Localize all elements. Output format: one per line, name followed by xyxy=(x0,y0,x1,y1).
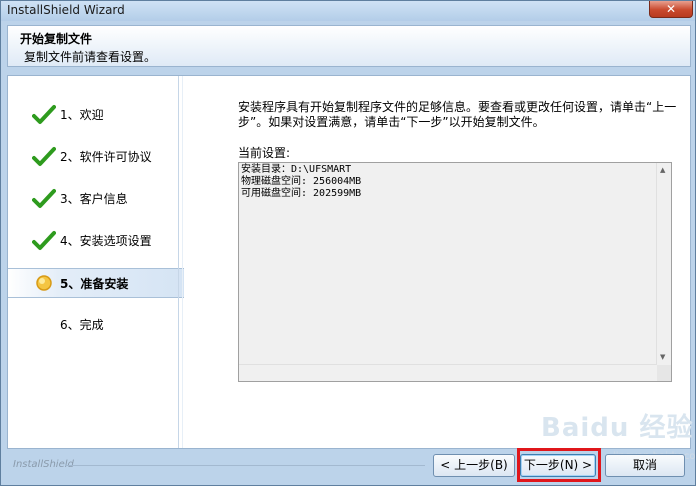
horizontal-scrollbar[interactable] xyxy=(239,364,657,381)
content-panel: 1、欢迎 2、软件许可协议 3、客户信息 4、安装选项设置 5、准备安装 6、完… xyxy=(7,75,691,449)
sidebar-divider xyxy=(178,76,179,448)
scroll-down-icon[interactable]: ▼ xyxy=(660,353,665,361)
step-finish: 6、完成 xyxy=(8,312,178,338)
check-icon xyxy=(32,189,56,208)
description-text: 安装程序具有开始复制程序文件的足够信息。要查看或更改任何设置，请单击“上一步”。… xyxy=(238,100,677,129)
settings-line: 可用磁盘空间: 202599MB xyxy=(241,188,362,199)
step-label: 1、欢迎 xyxy=(60,108,104,122)
check-icon xyxy=(32,105,56,124)
watermark-logo: Baidu 经验 xyxy=(541,413,694,443)
settings-line: 物理磁盘空间: 256004MB xyxy=(241,176,362,187)
cancel-button[interactable]: 取消 xyxy=(605,454,685,477)
highlight-box xyxy=(517,448,601,482)
step-customer-info: 3、客户信息 xyxy=(8,186,178,212)
step-install-options: 4、安装选项设置 xyxy=(8,228,178,254)
settings-line: 安装目录：D:\UFSMART xyxy=(241,164,352,175)
wizard-header: 开始复制文件 复制文件前请查看设置。 xyxy=(7,25,691,67)
close-button[interactable]: ✕ xyxy=(649,1,693,18)
footer-divider xyxy=(65,465,425,466)
step-license: 2、软件许可协议 xyxy=(8,144,178,170)
vertical-scrollbar[interactable]: ▲ ▼ xyxy=(656,163,671,365)
step-label: 3、客户信息 xyxy=(60,192,128,206)
step-welcome: 1、欢迎 xyxy=(8,102,178,128)
check-icon xyxy=(32,231,56,250)
settings-caption: 当前设置: xyxy=(238,146,291,160)
step-prepare-install: 5、准备安装 xyxy=(8,268,184,298)
title-bar: InstallShield Wizard ✕ xyxy=(1,1,695,21)
check-icon xyxy=(32,147,56,166)
steps-sidebar: 1、欢迎 2、软件许可协议 3、客户信息 4、安装选项设置 5、准备安装 6、完… xyxy=(8,76,184,448)
window-title: InstallShield Wizard xyxy=(7,3,125,17)
sun-icon xyxy=(36,275,52,291)
settings-textbox[interactable]: 安装目录：D:\UFSMART 物理磁盘空间: 256004MB 可用磁盘空间: 2… xyxy=(238,162,672,382)
back-button[interactable]: < 上一步(B) xyxy=(433,454,515,477)
installshield-window: InstallShield Wizard ✕ 开始复制文件 复制文件前请查看设置… xyxy=(0,0,696,486)
scroll-up-icon[interactable]: ▲ xyxy=(660,166,665,174)
step-label: 4、安装选项设置 xyxy=(60,234,152,248)
header-subtitle: 复制文件前请查看设置。 xyxy=(24,50,157,64)
settings-content: 安装目录：D:\UFSMART 物理磁盘空间: 256004MB 可用磁盘空间: 2… xyxy=(241,164,361,200)
step-label: 5、准备安装 xyxy=(60,277,129,291)
step-label: 6、完成 xyxy=(60,318,104,332)
step-label: 2、软件许可协议 xyxy=(60,150,152,164)
header-title: 开始复制文件 xyxy=(20,32,93,46)
sidebar-divider xyxy=(182,76,183,448)
scroll-corner xyxy=(657,365,671,381)
